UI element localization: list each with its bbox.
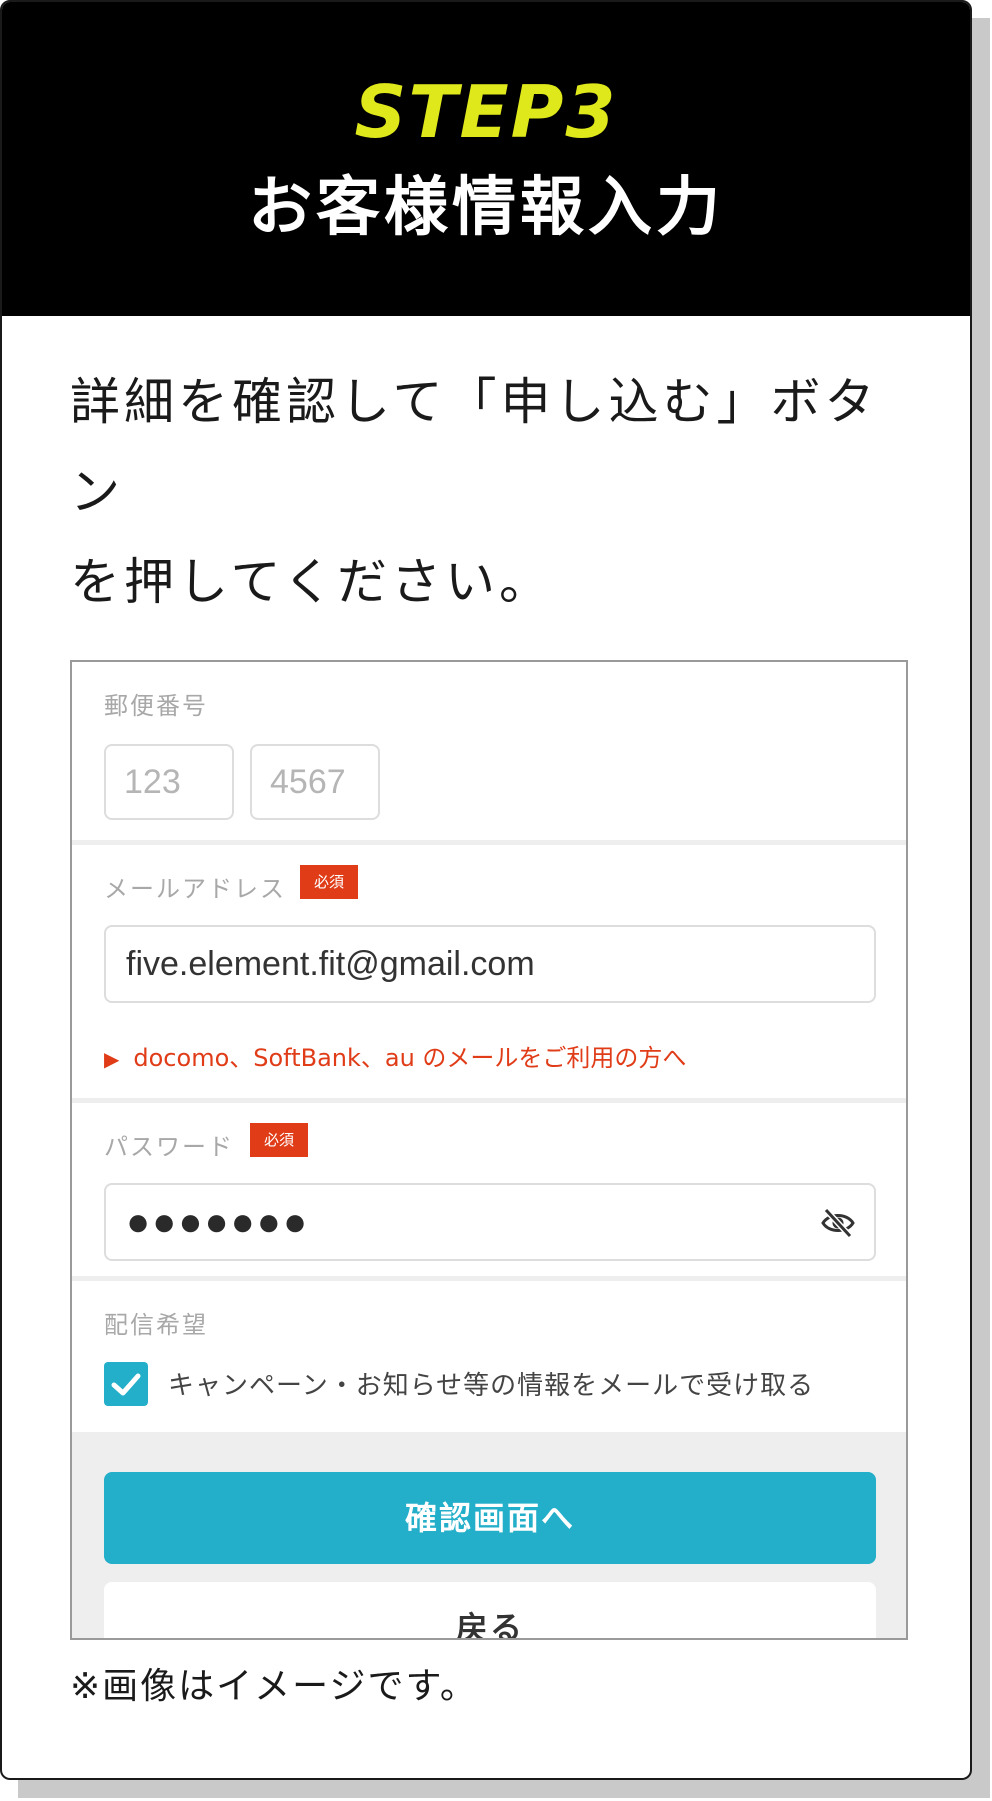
email-label: メールアドレス <box>104 875 286 903</box>
confirm-button[interactable]: 確認画面へ <box>104 1472 876 1564</box>
instruction-line-1: 詳細を確認して「申し込む」ボタン <box>70 373 879 521</box>
email-input[interactable]: five.element.fit@gmail.com <box>104 925 876 1003</box>
password-input[interactable]: ●●●●●●● <box>104 1183 876 1261</box>
newsletter-section: 配信希望 キャンペーン・お知らせ等の情報をメールで受け取る <box>72 1281 906 1432</box>
password-masked-value: ●●●●●●● <box>126 1200 310 1244</box>
step-number: STEP3 <box>354 70 618 154</box>
required-badge: 必須 <box>250 1123 309 1157</box>
button-area: 確認画面へ 戻る <box>72 1432 906 1638</box>
newsletter-label: 配信希望 <box>104 1311 208 1339</box>
newsletter-checkbox-label[interactable]: キャンペーン・お知らせ等の情報をメールで受け取る <box>168 1365 814 1402</box>
carrier-mail-link[interactable]: ▶ docomo、SoftBank、au のメールをご利用の方へ <box>104 1038 686 1073</box>
password-label: パスワード <box>104 1133 234 1161</box>
password-section: パスワード 必須 ●●●●●●● <box>72 1103 906 1278</box>
step-title: お客様情報入力 <box>248 171 724 245</box>
step-card: STEP3 お客様情報入力 詳細を確認して「申し込む」ボタン を押してください。… <box>0 0 972 1780</box>
postal-label: 郵便番号 <box>104 692 208 720</box>
step-header: STEP3 お客様情報入力 <box>2 2 970 316</box>
newsletter-checkbox[interactable] <box>104 1362 148 1406</box>
postal-section: 郵便番号 123 4567 <box>72 662 906 842</box>
carrier-mail-link-text: docomo、SoftBank、au のメールをご利用の方へ <box>133 1044 687 1072</box>
triangle-right-icon: ▶ <box>104 1047 120 1071</box>
form-screenshot: 郵便番号 123 4567 メールアドレス 必須 five.element.fi… <box>70 660 908 1640</box>
required-badge: 必須 <box>300 865 359 899</box>
postal-code-first-input[interactable]: 123 <box>104 744 234 820</box>
instruction-text: 詳細を確認して「申し込む」ボタン を押してください。 <box>70 357 930 627</box>
image-note: ※画像はイメージです。 <box>70 1666 478 1707</box>
back-button[interactable]: 戻る <box>104 1582 876 1638</box>
postal-code-second-input[interactable]: 4567 <box>250 744 380 820</box>
email-section: メールアドレス 必須 five.element.fit@gmail.com ▶ d… <box>72 845 906 1100</box>
eye-slash-icon[interactable] <box>820 1205 856 1241</box>
checkmark-icon <box>111 1373 141 1396</box>
instruction-line-2: を押してください。 <box>70 553 553 611</box>
